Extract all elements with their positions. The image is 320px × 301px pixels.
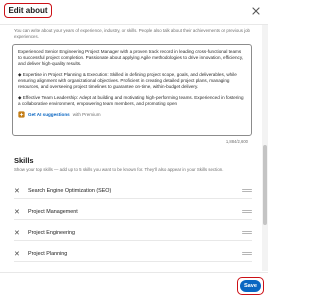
- skill-label: Project Management: [28, 208, 78, 215]
- dialog-body: You can write about your years of experi…: [0, 25, 262, 271]
- remove-skill-button[interactable]: ✕: [14, 229, 24, 237]
- about-textarea[interactable]: Experienced Senior Engineering Project M…: [12, 44, 252, 136]
- remove-skill-button[interactable]: ✕: [14, 250, 24, 258]
- drag-handle-icon[interactable]: [242, 230, 252, 235]
- remove-skill-button[interactable]: ✕: [14, 208, 24, 216]
- remove-icon: ✕: [14, 187, 20, 195]
- drag-handle-icon[interactable]: [242, 209, 252, 214]
- about-paragraph: ◆ Effective Team Leadership: Adept at bu…: [18, 95, 244, 106]
- skill-label: Project Planning: [28, 250, 68, 257]
- scrollbar[interactable]: [262, 25, 268, 271]
- skills-description: Show your top skills — add up to 5 skill…: [14, 167, 224, 172]
- save-button[interactable]: Save: [240, 280, 261, 292]
- save-highlight: Save: [237, 277, 264, 295]
- remove-icon: ✕: [14, 208, 20, 216]
- title-highlight: Edit about: [4, 3, 52, 18]
- remove-icon: ✕: [14, 250, 20, 258]
- dialog-footer: Save: [0, 272, 268, 301]
- about-paragraph: Experienced Senior Engineering Project M…: [18, 49, 244, 66]
- sparkle-icon: [18, 111, 25, 118]
- about-intro: You can write about your years of experi…: [14, 28, 250, 39]
- skill-item[interactable]: ✕ Project Planning: [14, 246, 252, 262]
- ai-suggestions-row: Get AI suggestions with Premium: [18, 111, 246, 118]
- close-button[interactable]: [250, 5, 262, 17]
- skills-heading: Skills: [14, 156, 34, 165]
- character-counter: 1,884/2,600: [225, 139, 248, 144]
- ai-suggestions-link[interactable]: Get AI suggestions: [28, 112, 70, 118]
- remove-icon: ✕: [14, 229, 20, 237]
- premium-label: with Premium: [72, 111, 101, 117]
- about-paragraph: ◆ Expertise in Project Planning & Execut…: [18, 72, 237, 89]
- dialog-header: Edit about: [0, 0, 268, 25]
- edit-about-dialog: Edit about You can write about your year…: [0, 0, 268, 300]
- skill-label: Search Engine Optimization (SEO): [28, 187, 112, 194]
- close-icon: [252, 7, 260, 15]
- dialog-title: Edit about: [8, 6, 48, 15]
- drag-handle-icon[interactable]: [242, 251, 252, 256]
- drag-handle-icon[interactable]: [242, 188, 252, 193]
- scrollbar-thumb[interactable]: [263, 145, 267, 225]
- skill-item[interactable]: ✕ Search Engine Optimization (SEO): [14, 183, 252, 199]
- remove-skill-button[interactable]: ✕: [14, 187, 24, 195]
- skill-label: Project Engineering: [28, 229, 76, 236]
- skill-item[interactable]: ✕ Project Engineering: [14, 225, 252, 241]
- skill-item[interactable]: ✕ Project Management: [14, 204, 252, 220]
